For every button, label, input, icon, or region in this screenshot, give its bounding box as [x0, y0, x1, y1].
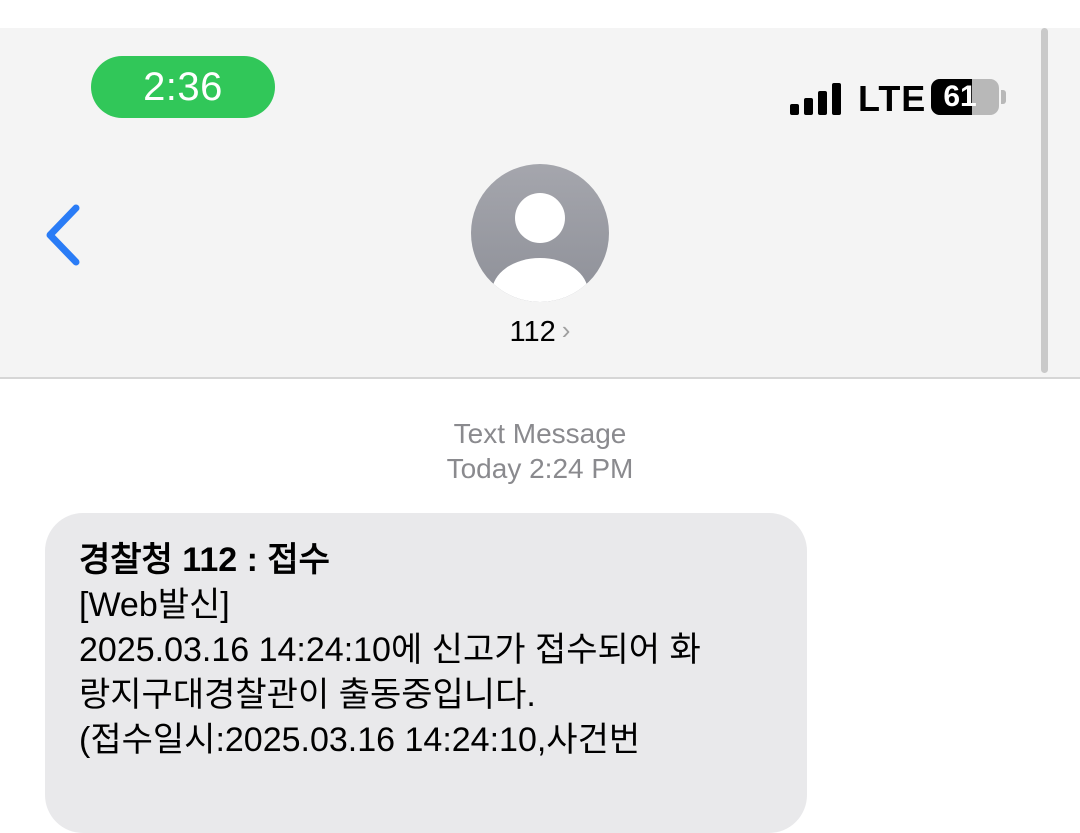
chevron-left-icon[interactable]	[40, 200, 90, 270]
message-timestamp: Today 2:24 PM	[446, 453, 634, 484]
contact-name: 112	[509, 316, 556, 348]
cellular-signal-icon	[790, 83, 841, 115]
status-time: 2:36	[143, 64, 223, 109]
message-line: 2025.03.16 14:24:10에 신고가 접수되어 화	[79, 631, 701, 669]
battery-percent: 61	[943, 80, 977, 113]
chevron-right-icon: ›	[561, 315, 571, 345]
message-meta: Text Message Today 2:24 PM	[0, 416, 1080, 486]
battery-icon: 61	[931, 79, 999, 115]
message-type: Text Message	[453, 418, 627, 449]
top-strip	[0, 0, 1080, 28]
message-line: 랑지구대경찰관이 출동중입니다.	[79, 676, 536, 714]
message-line: [Web발신]	[79, 586, 230, 624]
message-body: 경찰청 112 : 접수 [Web발신] 2025.03.16 14:24:10…	[79, 538, 789, 763]
battery-cap	[1001, 90, 1006, 104]
message-line: 경찰청 112 : 접수	[79, 541, 330, 579]
status-time-pill[interactable]: 2:36	[91, 56, 275, 118]
network-type: LTE	[858, 78, 927, 119]
contact-name-button[interactable]: 112 ›	[0, 315, 1080, 349]
person-silhouette-icon	[492, 193, 588, 302]
message-line: (접수일시:2025.03.16 14:24:10,사건번	[79, 721, 641, 759]
contact-avatar[interactable]	[471, 164, 609, 302]
